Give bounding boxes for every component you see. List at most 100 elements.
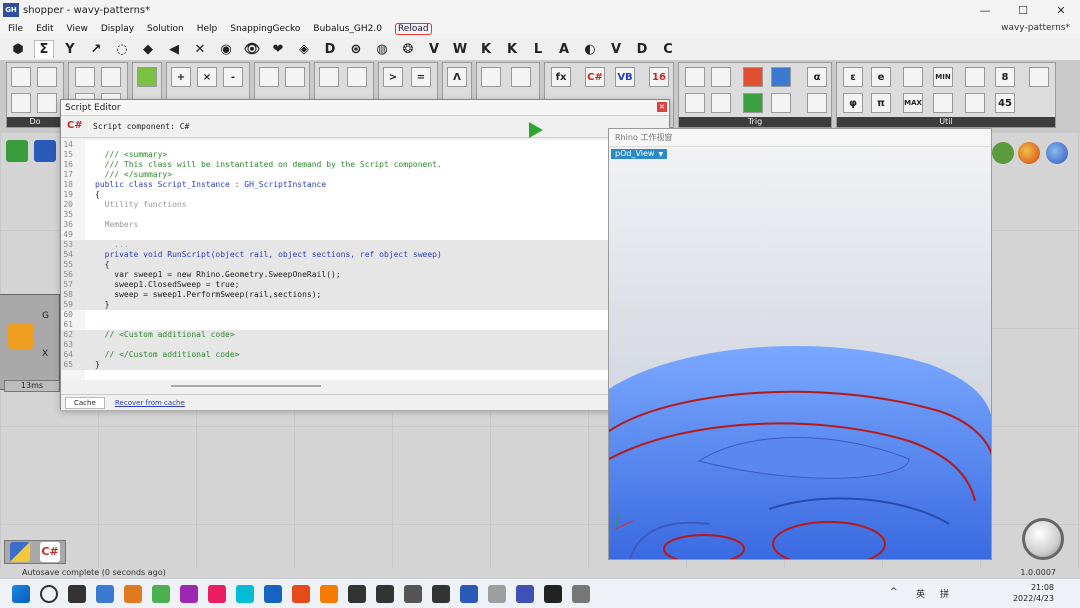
cotangent-icon[interactable]	[743, 93, 763, 113]
menu-reload[interactable]: Reload	[394, 23, 432, 35]
log-icon[interactable]	[511, 67, 531, 87]
matrix-icon-2[interactable]	[101, 67, 121, 87]
menu-view[interactable]: View	[67, 24, 88, 34]
windows-start-icon[interactable]	[12, 585, 30, 603]
tab-l[interactable]: L	[528, 40, 548, 58]
smooth-icon[interactable]	[965, 67, 985, 87]
preview-mesh-icon[interactable]	[992, 142, 1014, 164]
curve-icon[interactable]	[1029, 67, 1049, 87]
tab-c[interactable]: C	[658, 40, 678, 58]
input-method-language[interactable]: 英	[916, 587, 925, 600]
app-icon-7[interactable]	[292, 585, 310, 603]
app-icon-12[interactable]	[432, 585, 450, 603]
negative-icon[interactable]: -	[223, 67, 243, 87]
random-icon-2[interactable]	[347, 67, 367, 87]
integral-icon[interactable]	[965, 93, 985, 113]
triangle-icon-1[interactable]	[685, 93, 705, 113]
app-icon-5[interactable]	[236, 585, 254, 603]
app-icon-15[interactable]	[516, 585, 534, 603]
run-script-icon[interactable]	[529, 122, 543, 138]
tab-plugin-heart[interactable]: ❤	[268, 40, 288, 58]
menu-display[interactable]: Display	[101, 24, 134, 34]
sine-icon[interactable]	[685, 67, 705, 87]
code-line[interactable]: 62 // <Custom additional code>	[61, 330, 609, 340]
minimum-icon[interactable]: MIN	[933, 67, 953, 87]
code-line[interactable]: 15 /// <summary>	[61, 150, 609, 160]
calendar-icon[interactable]: 16	[649, 67, 669, 87]
code-area[interactable]: 14 15 /// <summary> 16 /// This class will…	[61, 140, 609, 380]
app-icon-11[interactable]	[404, 585, 422, 603]
graph-icon[interactable]	[903, 67, 923, 87]
code-line[interactable]: 63	[61, 340, 609, 350]
tab-mesh[interactable]: ◀	[164, 40, 184, 58]
open-file-icon[interactable]	[6, 140, 28, 162]
pi-icon[interactable]: π	[871, 93, 891, 113]
code-line[interactable]: 65}	[61, 360, 609, 370]
app-icon-3[interactable]	[180, 585, 198, 603]
output-port-label[interactable]: X	[42, 349, 48, 359]
domain-icon-4[interactable]	[37, 93, 57, 113]
input-method-mode[interactable]: 拼	[940, 587, 949, 600]
code-line[interactable]: 49	[61, 230, 609, 240]
random-icon-1[interactable]	[319, 67, 339, 87]
angle-45-icon[interactable]: 45	[995, 93, 1015, 113]
save-file-icon[interactable]	[34, 140, 56, 162]
tab-display[interactable]: 👁	[242, 40, 262, 58]
vb-script-icon[interactable]: VB	[615, 67, 635, 87]
grid-icon[interactable]	[137, 67, 157, 87]
python-icon[interactable]	[10, 542, 30, 562]
app-icon-16[interactable]	[544, 585, 562, 603]
tab-plugin-shield[interactable]: ◈	[294, 40, 314, 58]
tab-plugin-v[interactable]: V	[424, 40, 444, 58]
domain-icon-2[interactable]	[37, 67, 57, 87]
tab-plugin-globe[interactable]: ◍	[372, 40, 392, 58]
input-port-label[interactable]: G	[42, 311, 49, 321]
script-component-node[interactable]: G X	[0, 294, 60, 390]
code-line[interactable]: 61	[61, 320, 609, 330]
epsilon-icon[interactable]: ε	[843, 67, 863, 87]
code-line[interactable]: 20 Utility functions	[61, 200, 609, 210]
maximize-button[interactable]: ☐	[1004, 0, 1042, 20]
cosine-icon[interactable]	[711, 67, 731, 87]
cache-tab[interactable]: Cache	[65, 397, 105, 409]
render-preview-icon[interactable]	[1046, 142, 1068, 164]
code-line[interactable]: 57 sweep1.ClosedSweep = true;	[61, 280, 609, 290]
close-icon[interactable]: ×	[657, 102, 667, 112]
code-line[interactable]: 19 {	[61, 190, 609, 200]
app-icon-10[interactable]	[376, 585, 394, 603]
multiply-icon[interactable]: ×	[197, 67, 217, 87]
larger-than-icon[interactable]: >	[383, 67, 403, 87]
tab-plugin-sphere[interactable]: ⊛	[346, 40, 366, 58]
app-icon-1[interactable]	[96, 585, 114, 603]
app-icon-4[interactable]	[208, 585, 226, 603]
app-icon-9[interactable]	[348, 585, 366, 603]
domain-icon-1[interactable]	[11, 67, 31, 87]
tab-curve[interactable]: ◌	[112, 40, 132, 58]
navigation-sphere-icon[interactable]	[1022, 518, 1064, 560]
recover-from-cache-link[interactable]: Recover from cache	[115, 399, 185, 407]
code-line[interactable]: 18 public class Script_Instance : GH_Scri…	[61, 180, 609, 190]
matrix-icon-1[interactable]	[75, 67, 95, 87]
maximum-icon[interactable]: MAX	[903, 93, 923, 113]
code-line[interactable]: 16 /// This class will be instantiated o…	[61, 160, 609, 170]
tab-k2[interactable]: K	[502, 40, 522, 58]
tab-plugin-circle[interactable]: ◐	[580, 40, 600, 58]
code-line[interactable]: 64 // </Custom additional code>	[61, 350, 609, 360]
code-line[interactable]: 17 /// </summary>	[61, 170, 609, 180]
app-icon-6[interactable]	[264, 585, 282, 603]
code-line[interactable]: 60	[61, 310, 609, 320]
code-line[interactable]: 36 Members	[61, 220, 609, 230]
code-line[interactable]: 58 sweep = sweep1.PerformSweep(rail,sect…	[61, 290, 609, 300]
app-icon-8[interactable]	[320, 585, 338, 603]
expression-fx-icon[interactable]: fx	[551, 67, 571, 87]
tray-show-hidden[interactable]: ^	[890, 587, 898, 597]
code-line[interactable]: 35	[61, 210, 609, 220]
tab-a[interactable]: A	[554, 40, 574, 58]
tab-w[interactable]: W	[450, 40, 470, 58]
tab-sets[interactable]: Y	[60, 40, 80, 58]
csharp-script-icon[interactable]: C#	[585, 67, 605, 87]
code-line[interactable]: 14	[61, 140, 609, 150]
tab-transform[interactable]: ◉	[216, 40, 236, 58]
tab-vector[interactable]: ↗	[86, 40, 106, 58]
app-icon-13[interactable]	[460, 585, 478, 603]
